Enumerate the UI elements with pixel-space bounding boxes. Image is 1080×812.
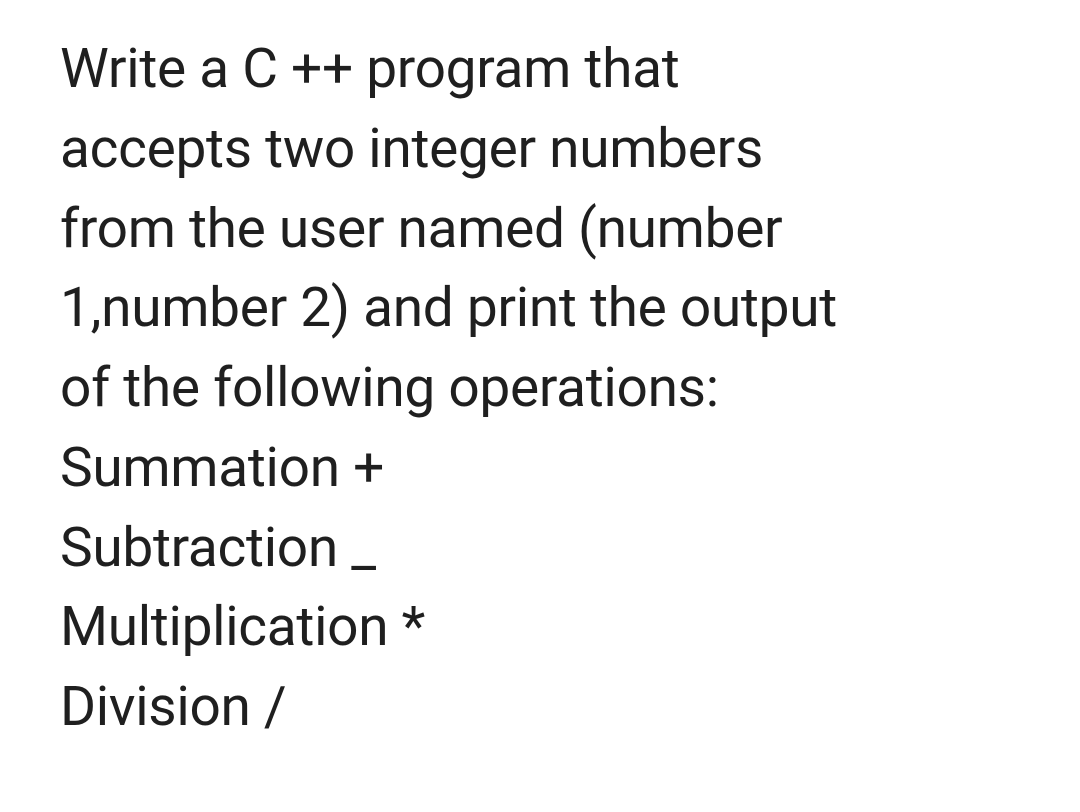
text-line-5: of the following operations:	[60, 349, 1030, 429]
text-line-9: Division /	[60, 668, 1030, 748]
text-line-4: 1,number 2) and print the output	[60, 269, 1030, 349]
text-line-6: Summation +	[60, 429, 1030, 509]
text-line-2: accepts two integer numbers	[60, 110, 1030, 190]
text-line-1: Write a C ++ program that	[60, 30, 1030, 110]
document-body: Write a C ++ program that accepts two in…	[0, 0, 1080, 778]
text-line-3: from the user named (number	[60, 190, 1030, 270]
text-line-7: Subtraction _	[60, 509, 1030, 589]
text-line-8: Multiplication *	[60, 588, 1030, 668]
